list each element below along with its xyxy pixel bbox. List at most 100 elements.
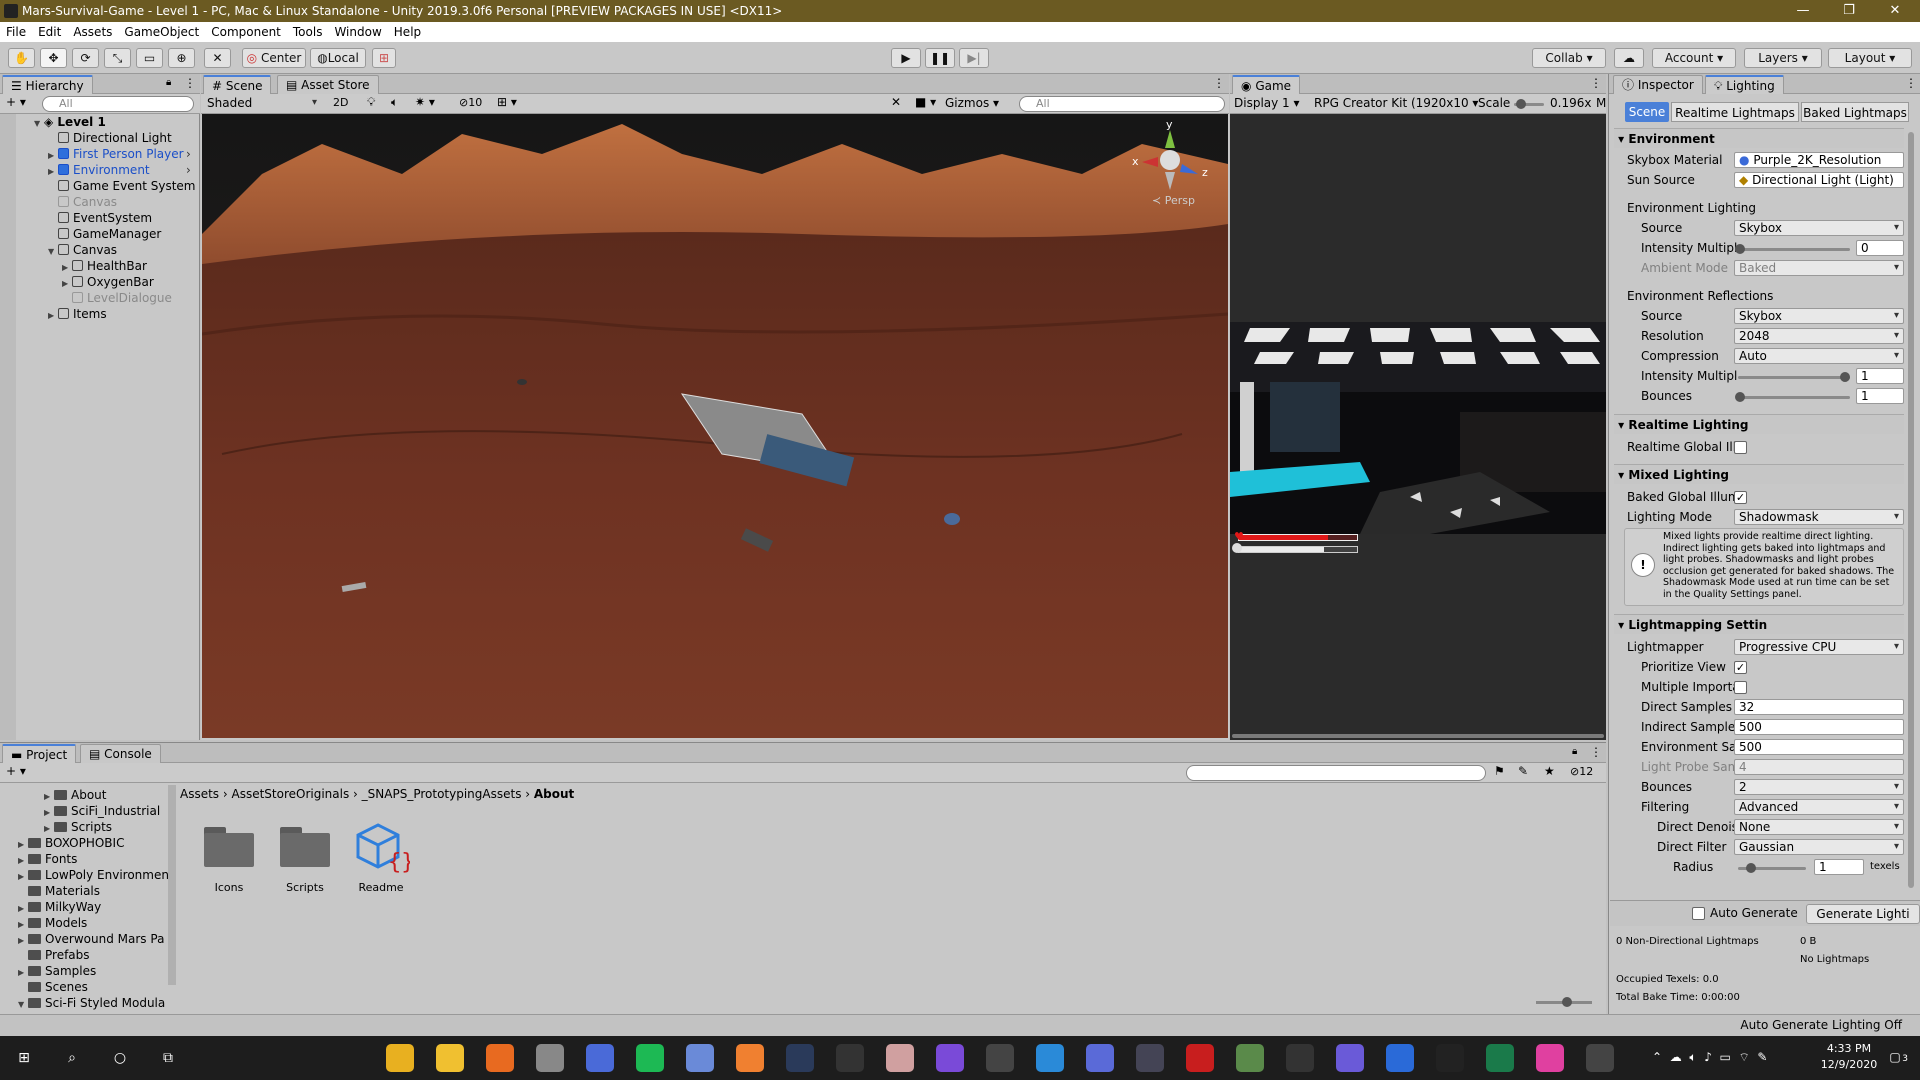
minimize-button[interactable]: — [1780,0,1826,22]
breadcrumb-item[interactable]: About [534,787,574,801]
lightmapper-dropdown[interactable]: Progressive CPU [1734,639,1904,655]
close-button[interactable]: ✕ [1872,0,1918,22]
project-folder-item[interactable]: ▶ Scripts [44,819,112,835]
search-by-label-icon[interactable]: ✎ [1518,764,1528,778]
project-search-input[interactable] [1186,765,1486,781]
icon-size-knob[interactable] [1562,997,1572,1007]
game-scrollbar[interactable] [1232,734,1604,738]
breadcrumb-item[interactable]: AssetStoreOriginals [232,787,350,801]
hierarchy-item[interactable]: Directional Light [48,130,172,146]
subtab-baked-lightmaps[interactable]: Baked Lightmaps [1801,102,1909,122]
subtab-realtime-lightmaps[interactable]: Realtime Lightmaps [1671,102,1799,122]
taskbar-app-sublime-icon[interactable] [736,1044,764,1072]
menu-item-file[interactable]: File [0,22,32,42]
lighting-mode-dropdown[interactable]: Shadowmask [1734,509,1904,525]
search-by-type-icon[interactable]: ⚑ [1494,764,1505,778]
camera-dropdown[interactable]: ■ ▾ [915,95,936,109]
gizmos-dropdown[interactable]: Gizmos ▾ [945,96,999,110]
play-button[interactable]: ▶ [891,48,921,68]
taskbar-app-snip-icon[interactable] [686,1044,714,1072]
pen-icon[interactable]: ✎ [1757,1050,1767,1064]
refl-bounces-field[interactable]: 1 [1856,388,1904,404]
scene-viewport[interactable]: y x z ≺ Persp [202,114,1228,738]
taskbar-app-planet-icon[interactable] [1136,1044,1164,1072]
panel-menu-icon[interactable]: ⋮ [1905,76,1917,90]
panel-menu-icon[interactable]: ⋮ [184,76,196,90]
indirect-samples-field[interactable]: 500 [1734,719,1904,735]
hierarchy-item[interactable]: EventSystem [48,210,152,226]
rect-tool-button[interactable]: ▭ [136,48,163,68]
tab-asset-store[interactable]: ▤ Asset Store [277,75,379,94]
menu-item-tools[interactable]: Tools [287,22,329,42]
maximize-on-play-toggle[interactable]: M [1596,96,1606,110]
hierarchy-item[interactable]: ▼ Canvas [48,242,117,258]
filtering-dropdown[interactable]: Advanced [1734,799,1904,815]
project-folder-item[interactable]: ▶ Fonts [18,851,77,867]
panel-menu-icon[interactable]: ⋮ [1213,76,1225,90]
collab-button[interactable]: Collab ▾ [1532,48,1606,68]
transform-tool-button[interactable]: ⊕ [168,48,195,68]
shading-dropdown[interactable]: Shaded [203,96,321,112]
move-tool-button[interactable]: ✥ [40,48,67,68]
lighting-scrollbar[interactable] [1908,132,1914,888]
taskbar-app-itunes-icon[interactable] [1536,1044,1564,1072]
menu-item-window[interactable]: Window [328,22,387,42]
wifi-icon[interactable]: ⌔ [1738,1050,1749,1064]
open-prefab-chevron-icon[interactable]: › [186,146,191,162]
layout-dropdown[interactable]: Layout ▾ [1828,48,1912,68]
section-realtime-lighting[interactable]: ▾ Realtime Lighting [1614,414,1904,434]
taskbar-app-calculator-icon[interactable] [586,1044,614,1072]
refl-bounces-knob[interactable] [1735,392,1745,402]
taskbar-app-vs-code-icon[interactable] [1036,1044,1064,1072]
env-intensity-slider[interactable] [1738,248,1850,251]
hierarchy-item[interactable]: LevelDialogue [62,290,172,306]
project-tree-scrollbar[interactable] [168,785,176,985]
task-view-icon[interactable]: ⧉ [154,1044,182,1072]
cloud-icon[interactable]: ☁ [1670,1050,1682,1064]
refl-intensity-field[interactable]: 1 [1856,368,1904,384]
direct-filter-dropdown[interactable]: Gaussian [1734,839,1904,855]
project-folder-item[interactable]: Scenes [18,979,88,995]
direct-denoiser-dropdown[interactable]: None [1734,819,1904,835]
custom-tool-button[interactable]: ✕ [204,48,231,68]
refl-bounces-slider[interactable] [1738,396,1850,399]
refl-intensity-slider[interactable] [1738,376,1850,379]
taskbar-app-unity-icon[interactable] [986,1044,1014,1072]
hierarchy-item[interactable]: ▶ OxygenBar [62,274,154,290]
menu-item-help[interactable]: Help [388,22,427,42]
tray-chevron-icon[interactable]: ⌃ [1652,1050,1662,1064]
windows-start-icon[interactable]: ⊞ [10,1044,38,1072]
sun-source-field[interactable]: ◆ Directional Light (Light) [1734,172,1904,188]
expand-arrow-icon[interactable]: ▶ [48,308,58,324]
refl-intensity-knob[interactable] [1840,372,1850,382]
project-folder-item[interactable]: ▶ LowPoly Environmen [18,867,169,883]
scale-slider-knob[interactable] [1516,99,1526,109]
step-button[interactable]: ▶| [959,48,989,68]
scene-orientation-gizmo[interactable]: y x z ≺ Persp [1130,118,1210,212]
project-folder-item[interactable]: ▶ SciFi_Industrial [44,803,160,819]
section-environment[interactable]: ▾ Environment [1614,128,1904,148]
tab-inspector[interactable]: ⓘ Inspector [1613,75,1703,94]
taskbar-app-xbox-icon[interactable] [1486,1044,1514,1072]
taskbar-app-epic-games-icon[interactable] [1436,1044,1464,1072]
taskbar-app-remote-icon[interactable] [1386,1044,1414,1072]
hand-tool-button[interactable]: ✋ [8,48,35,68]
volume-icon[interactable]: 🔈︎ [1689,1050,1696,1064]
project-folder-item[interactable]: Materials [18,883,100,899]
game-viewport[interactable]: ♥ [1230,114,1606,740]
taskbar-app-anime-icon[interactable] [886,1044,914,1072]
rotate-tool-button[interactable]: ⟳ [72,48,99,68]
persp-label[interactable]: ≺ Persp [1152,194,1195,207]
search-icon[interactable]: ⌕ [58,1044,86,1072]
menu-item-component[interactable]: Component [205,22,287,42]
grid-toggle-icon[interactable]: ⊞ ▾ [497,95,517,109]
tab-game[interactable]: ◉ Game [1232,75,1301,94]
audio-toggle-icon[interactable]: 🔈︎ [391,95,398,110]
mic-icon[interactable]: ♪ [1704,1050,1712,1064]
expand-arrow-icon[interactable]: ▼ [48,244,58,260]
tab-console[interactable]: ▤ Console [80,744,161,763]
tools-icon[interactable]: ✕ [891,95,901,109]
pivot-local-button[interactable]: ◍Local [310,48,366,68]
baked-gi-checkbox[interactable]: ✓ [1734,491,1747,504]
create-button[interactable]: + ▾ [6,95,26,109]
